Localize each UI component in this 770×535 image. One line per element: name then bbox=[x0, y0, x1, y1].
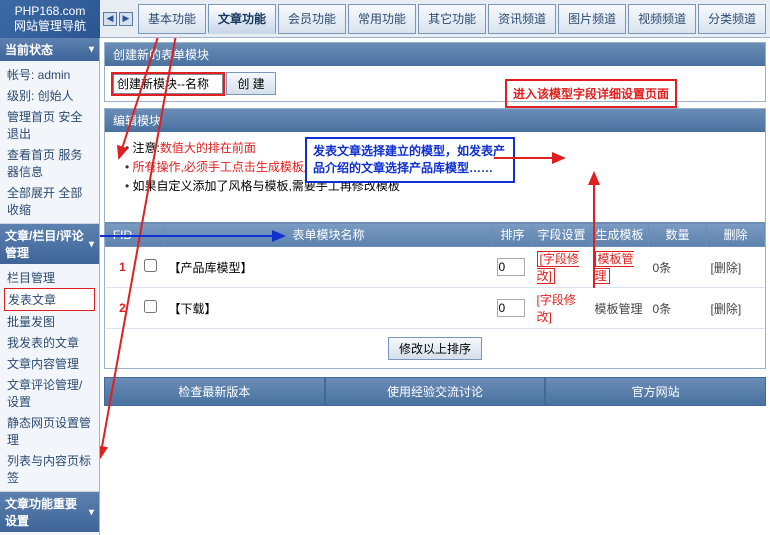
sidebar-header-2[interactable]: 文章功能重要设置▾ bbox=[0, 492, 99, 532]
footer-links: 检查最新版本使用经验交流讨论官方网站 bbox=[104, 377, 766, 406]
sidebar-item-0-0[interactable]: 帐号: admin bbox=[4, 64, 95, 85]
sidebar-item-0-3[interactable]: 查看首页 服务器信息 bbox=[4, 144, 95, 182]
logo: PHP168.com 网站管理导航 bbox=[0, 0, 100, 38]
module-table: FID 表单模块名称排序字段设置生成模板数量删除 1 【产品库模型】 [字段修改] 模板… bbox=[105, 222, 765, 329]
sidebar-item-1-3[interactable]: 我发表的文章 bbox=[4, 332, 95, 353]
panel-edit-module: 编辑模块 注意:数值大的排在前面所有操作,必须手工点击生成模板后,前台才能生效如… bbox=[104, 108, 766, 369]
table-header bbox=[140, 223, 165, 247]
table-header: 数量 bbox=[649, 223, 707, 247]
sidebar-header-0[interactable]: 当前状态▾ bbox=[0, 38, 99, 61]
sidebar-item-0-4[interactable]: 全部展开 全部收缩 bbox=[4, 182, 95, 220]
tab-5[interactable]: 资讯频道 bbox=[488, 4, 556, 34]
annotation-red: 进入该模型字段详细设置页面 bbox=[505, 79, 677, 108]
table-row: 2 【下载】 [字段修改] 模板管理 0条 [删除] bbox=[106, 288, 765, 329]
table-row: 1 【产品库模型】 [字段修改] 模板管理 0条 [删除] bbox=[106, 247, 765, 288]
main-content: 创建新的表单模块 创 建 编辑模块 注意:数值大的排在前面所有操作,必须手工点击… bbox=[100, 38, 770, 535]
sidebar-item-0-2[interactable]: 管理首页 安全退出 bbox=[4, 106, 95, 144]
tab-3[interactable]: 常用功能 bbox=[348, 4, 416, 34]
sidebar-item-1-1[interactable]: 发表文章 bbox=[4, 288, 95, 311]
row-checkbox[interactable] bbox=[144, 259, 157, 272]
sidebar-item-0-1[interactable]: 级别: 创始人 bbox=[4, 85, 95, 106]
footer-link-1[interactable]: 使用经验交流讨论 bbox=[325, 377, 546, 406]
tab-1[interactable]: 文章功能 bbox=[208, 4, 276, 34]
template-manage-link[interactable]: 模板管理 bbox=[595, 302, 643, 316]
template-manage-link[interactable]: 模板管理 bbox=[595, 251, 634, 284]
sort-input[interactable] bbox=[497, 299, 525, 317]
new-module-name-input[interactable] bbox=[113, 74, 223, 94]
table-header: 字段设置 bbox=[533, 223, 591, 247]
table-header: 生成模板 bbox=[591, 223, 649, 247]
fid-cell: 2 bbox=[106, 288, 140, 329]
sidebar-item-1-0[interactable]: 栏目管理 bbox=[4, 267, 95, 288]
delete-link[interactable]: [删除] bbox=[711, 302, 742, 316]
panel-create-title: 创建新的表单模块 bbox=[105, 43, 765, 66]
sidebar-item-1-2[interactable]: 批量发图 bbox=[4, 311, 95, 332]
fid-cell: 1 bbox=[106, 247, 140, 288]
tab-8[interactable]: 分类频道 bbox=[698, 4, 766, 34]
create-button[interactable]: 创 建 bbox=[226, 72, 275, 95]
tab-2[interactable]: 会员功能 bbox=[278, 4, 346, 34]
sidebar-item-1-6[interactable]: 静态网页设置管理 bbox=[4, 412, 95, 450]
sidebar-item-1-7[interactable]: 列表与内容页标签 bbox=[4, 450, 95, 488]
table-header: 表单模块名称 bbox=[165, 223, 493, 247]
sidebar: 当前状态▾ 帐号: admin级别: 创始人管理首页 安全退出查看首页 服务器信息… bbox=[0, 38, 100, 535]
tab-4[interactable]: 其它功能 bbox=[418, 4, 486, 34]
tab-0[interactable]: 基本功能 bbox=[138, 4, 206, 34]
row-checkbox[interactable] bbox=[144, 300, 157, 313]
count-cell: 0条 bbox=[649, 247, 707, 288]
submit-sort-button[interactable]: 修改以上排序 bbox=[388, 337, 482, 360]
tab-6[interactable]: 图片频道 bbox=[558, 4, 626, 34]
nav-back-icon[interactable]: ◀ bbox=[103, 12, 117, 26]
field-edit-link[interactable]: [字段修改] bbox=[537, 251, 579, 284]
delete-link[interactable]: [删除] bbox=[711, 261, 742, 275]
table-header: 排序 bbox=[493, 223, 533, 247]
panel-edit-title: 编辑模块 bbox=[105, 109, 765, 132]
module-name-cell: 【下载】 bbox=[165, 288, 493, 329]
top-tabs: 基本功能文章功能会员功能常用功能其它功能资讯频道图片频道视频频道分类频道 bbox=[136, 4, 766, 34]
chevron-down-icon: ▾ bbox=[89, 44, 94, 55]
count-cell: 0条 bbox=[649, 288, 707, 329]
sidebar-item-1-4[interactable]: 文章内容管理 bbox=[4, 353, 95, 374]
sidebar-item-1-5[interactable]: 文章评论管理/设置 bbox=[4, 374, 95, 412]
tab-7[interactable]: 视频频道 bbox=[628, 4, 696, 34]
annotation-blue: 发表文章选择建立的模型，如发表产品介绍的文章选择产品库模型…… bbox=[305, 137, 515, 183]
table-header: 删除 bbox=[707, 223, 765, 247]
table-header: FID bbox=[106, 223, 140, 247]
sort-input[interactable] bbox=[497, 258, 525, 276]
chevron-down-icon: ▾ bbox=[89, 239, 94, 250]
sidebar-header-1[interactable]: 文章/栏目/评论管理▾ bbox=[0, 224, 99, 264]
module-name-cell: 【产品库模型】 bbox=[165, 247, 493, 288]
footer-link-0[interactable]: 检查最新版本 bbox=[104, 377, 325, 406]
chevron-down-icon: ▾ bbox=[89, 507, 94, 518]
footer-link-2[interactable]: 官方网站 bbox=[545, 377, 766, 406]
nav-fwd-icon[interactable]: ▶ bbox=[119, 12, 133, 26]
field-edit-link[interactable]: [字段修改] bbox=[537, 293, 576, 324]
